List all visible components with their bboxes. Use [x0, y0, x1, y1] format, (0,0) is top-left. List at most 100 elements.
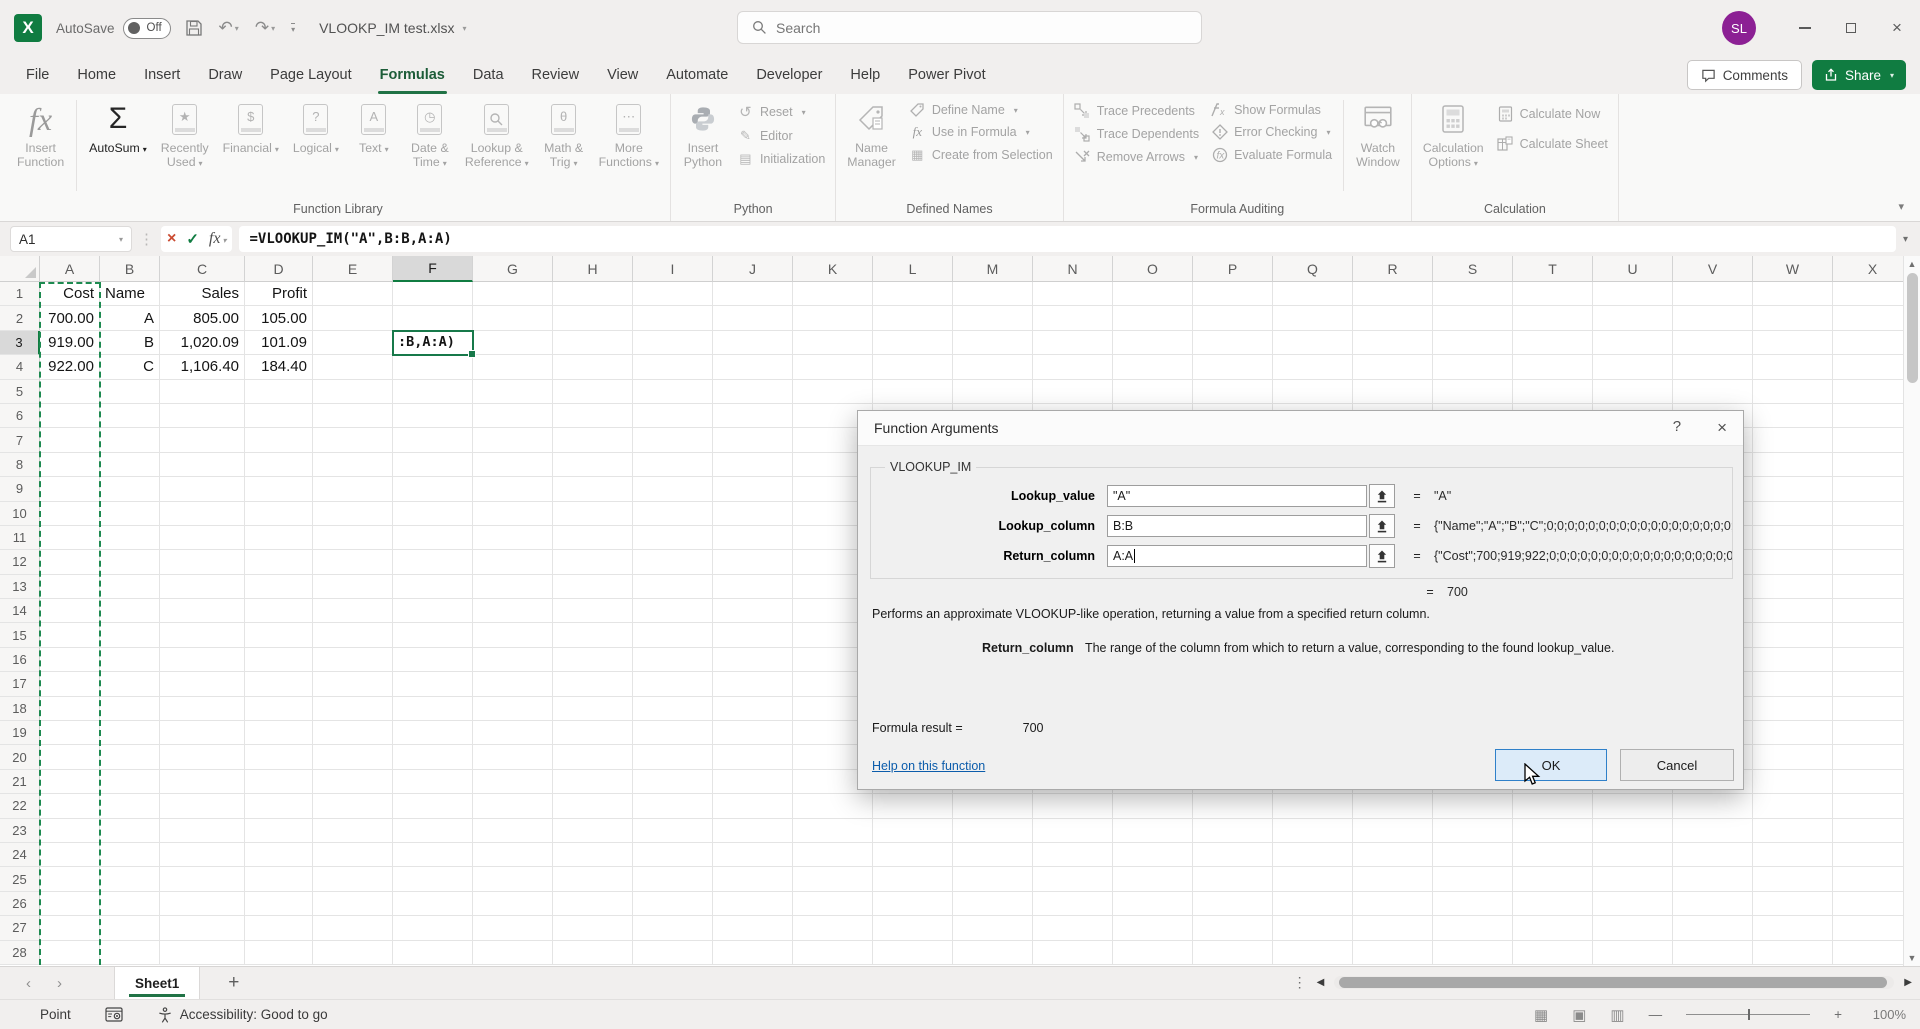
cell-n27[interactable]	[1033, 916, 1113, 940]
cell-g16[interactable]	[473, 648, 553, 672]
cell-j21[interactable]	[713, 770, 793, 794]
cell-a28[interactable]	[40, 941, 100, 965]
cell-v24[interactable]	[1673, 843, 1753, 867]
cell-a22[interactable]	[40, 794, 100, 818]
cell-q3[interactable]	[1273, 331, 1353, 355]
cell-n24[interactable]	[1033, 843, 1113, 867]
cell-t28[interactable]	[1513, 941, 1593, 965]
cell-w23[interactable]	[1753, 819, 1833, 843]
editor-button[interactable]: ✎Editor	[737, 128, 825, 144]
cell-w8[interactable]	[1753, 453, 1833, 477]
cell-o27[interactable]	[1113, 916, 1193, 940]
cell-e10[interactable]	[313, 502, 393, 526]
cell-e3[interactable]	[313, 331, 393, 355]
cell-b5[interactable]	[100, 380, 160, 404]
cell-w18[interactable]	[1753, 697, 1833, 721]
cell-d16[interactable]	[245, 648, 313, 672]
cell-u26[interactable]	[1593, 892, 1673, 916]
cell-b23[interactable]	[100, 819, 160, 843]
cell-h2[interactable]	[553, 306, 633, 330]
cell-n28[interactable]	[1033, 941, 1113, 965]
cell-p4[interactable]	[1193, 355, 1273, 379]
column-header-f[interactable]: F	[393, 256, 473, 282]
sheet-tab-sheet1[interactable]: Sheet1	[114, 967, 200, 999]
tab-insert[interactable]: Insert	[130, 56, 194, 94]
cell-i17[interactable]	[633, 672, 713, 696]
cell-c14[interactable]	[160, 599, 245, 623]
cell-g21[interactable]	[473, 770, 553, 794]
column-header-c[interactable]: C	[160, 256, 245, 282]
column-header-t[interactable]: T	[1513, 256, 1593, 282]
cell-k22[interactable]	[793, 794, 873, 818]
cell-m25[interactable]	[953, 867, 1033, 891]
cell-f1[interactable]	[393, 282, 473, 306]
cell-i13[interactable]	[633, 575, 713, 599]
cell-h27[interactable]	[553, 916, 633, 940]
cell-u3[interactable]	[1593, 331, 1673, 355]
cell-l22[interactable]	[873, 794, 953, 818]
cell-j2[interactable]	[713, 306, 793, 330]
row-header-10[interactable]: 10	[0, 502, 40, 526]
cell-c19[interactable]	[160, 721, 245, 745]
cell-v22[interactable]	[1673, 794, 1753, 818]
cell-c1[interactable]: Sales	[160, 282, 245, 306]
cell-h26[interactable]	[553, 892, 633, 916]
cell-g3[interactable]	[473, 331, 553, 355]
cell-t24[interactable]	[1513, 843, 1593, 867]
cell-b2[interactable]: A	[100, 306, 160, 330]
cell-g5[interactable]	[473, 380, 553, 404]
cell-x15[interactable]	[1833, 623, 1913, 647]
cell-o1[interactable]	[1113, 282, 1193, 306]
cell-w15[interactable]	[1753, 623, 1833, 647]
cell-e28[interactable]	[313, 941, 393, 965]
tab-home[interactable]: Home	[63, 56, 130, 94]
cell-g24[interactable]	[473, 843, 553, 867]
cell-w24[interactable]	[1753, 843, 1833, 867]
range-picker-button[interactable]	[1369, 514, 1395, 538]
cell-c7[interactable]	[160, 428, 245, 452]
cell-b10[interactable]	[100, 502, 160, 526]
tab-formulas[interactable]: Formulas	[366, 56, 459, 94]
cell-f4[interactable]	[393, 355, 473, 379]
cell-u4[interactable]	[1593, 355, 1673, 379]
cell-k26[interactable]	[793, 892, 873, 916]
splitter-handle-icon[interactable]: ⋮	[1293, 974, 1307, 991]
row-header-4[interactable]: 4	[0, 355, 40, 379]
column-header-j[interactable]: J	[713, 256, 793, 282]
cell-r3[interactable]	[1353, 331, 1433, 355]
row-header-27[interactable]: 27	[0, 916, 40, 940]
cell-h17[interactable]	[553, 672, 633, 696]
cell-d8[interactable]	[245, 453, 313, 477]
accessibility-status[interactable]: Accessibility: Good to go	[157, 1007, 328, 1023]
cell-w13[interactable]	[1753, 575, 1833, 599]
scroll-left-icon[interactable]: ◀	[1317, 977, 1325, 988]
cell-h4[interactable]	[553, 355, 633, 379]
cell-g1[interactable]	[473, 282, 553, 306]
cell-d22[interactable]	[245, 794, 313, 818]
cell-m4[interactable]	[953, 355, 1033, 379]
cell-v25[interactable]	[1673, 867, 1753, 891]
document-title[interactable]: VLOOKP_IM test.xlsx ▾	[319, 20, 466, 36]
cell-f24[interactable]	[393, 843, 473, 867]
cell-h19[interactable]	[553, 721, 633, 745]
tab-help[interactable]: Help	[836, 56, 894, 94]
cell-s25[interactable]	[1433, 867, 1513, 891]
field-input-return-column[interactable]: A:A	[1107, 545, 1367, 567]
cell-a20[interactable]	[40, 745, 100, 769]
cell-i24[interactable]	[633, 843, 713, 867]
cell-r25[interactable]	[1353, 867, 1433, 891]
cell-r26[interactable]	[1353, 892, 1433, 916]
cell-w17[interactable]	[1753, 672, 1833, 696]
cell-a18[interactable]	[40, 697, 100, 721]
cell-a2[interactable]: 700.00	[40, 306, 100, 330]
cell-v26[interactable]	[1673, 892, 1753, 916]
expand-formula-bar-icon[interactable]: ▾	[1903, 234, 1910, 245]
insert-python-button[interactable]: InsertPython	[675, 94, 731, 169]
cell-c25[interactable]	[160, 867, 245, 891]
cell-i8[interactable]	[633, 453, 713, 477]
cell-d11[interactable]	[245, 526, 313, 550]
zoom-out-button[interactable]: —	[1649, 1007, 1663, 1022]
cell-a9[interactable]	[40, 477, 100, 501]
column-header-w[interactable]: W	[1753, 256, 1833, 282]
cell-x22[interactable]	[1833, 794, 1913, 818]
